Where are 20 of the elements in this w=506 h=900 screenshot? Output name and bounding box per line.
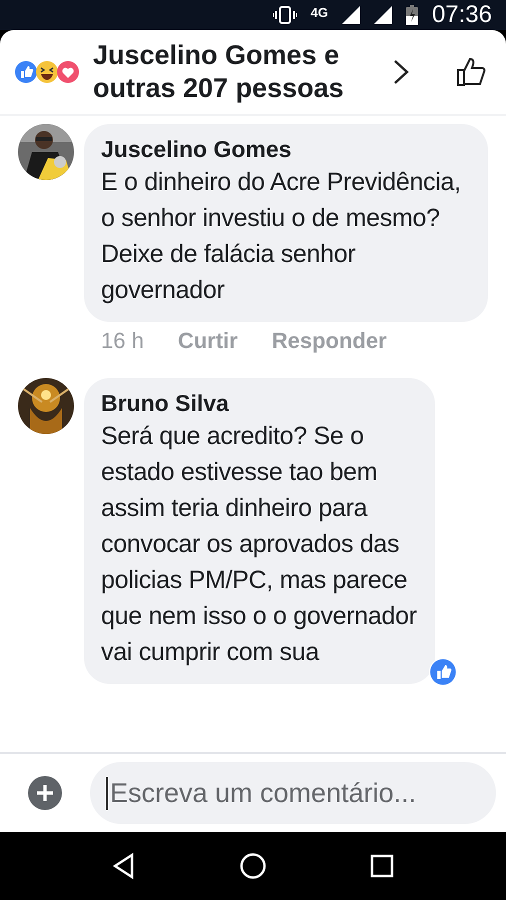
add-icon[interactable] [28,776,62,810]
comment-text: Será que acredito? Se o estado estivesse tao bem assim teria dinheiro para convocar os aprovados das policias PM/PC, mas parece que nem isso o o governador vai cumprir com sua [101,421,417,668]
clock: 07:36 [432,1,492,29]
home-icon[interactable] [238,852,267,880]
reactions-title[interactable]: Juscelino Gomes e outras 207 pessoas [93,39,363,105]
vibrate-icon [272,6,297,24]
battery-icon [406,5,418,25]
comment-author[interactable]: Bruno Silva [101,388,417,418]
thumbs-up-icon[interactable] [455,56,487,88]
comment-author[interactable]: Juscelino Gomes [101,134,470,164]
like-reaction-icon [429,658,457,686]
signal-icon [374,6,392,24]
heart-reaction-icon [56,60,80,84]
network-type: 4G [310,4,328,20]
comment-input-field[interactable]: Escreva um comentário... [90,762,496,824]
signal-icon [342,6,360,24]
comment-text: E o dinheiro do Acre Previdência, o senhor investiu o de mesmo? Deixe de falácia senhor governador [101,167,462,306]
like-reaction-icon [14,60,38,84]
laughing-face-icon [35,60,59,84]
comment-time: 16 h [101,328,144,354]
